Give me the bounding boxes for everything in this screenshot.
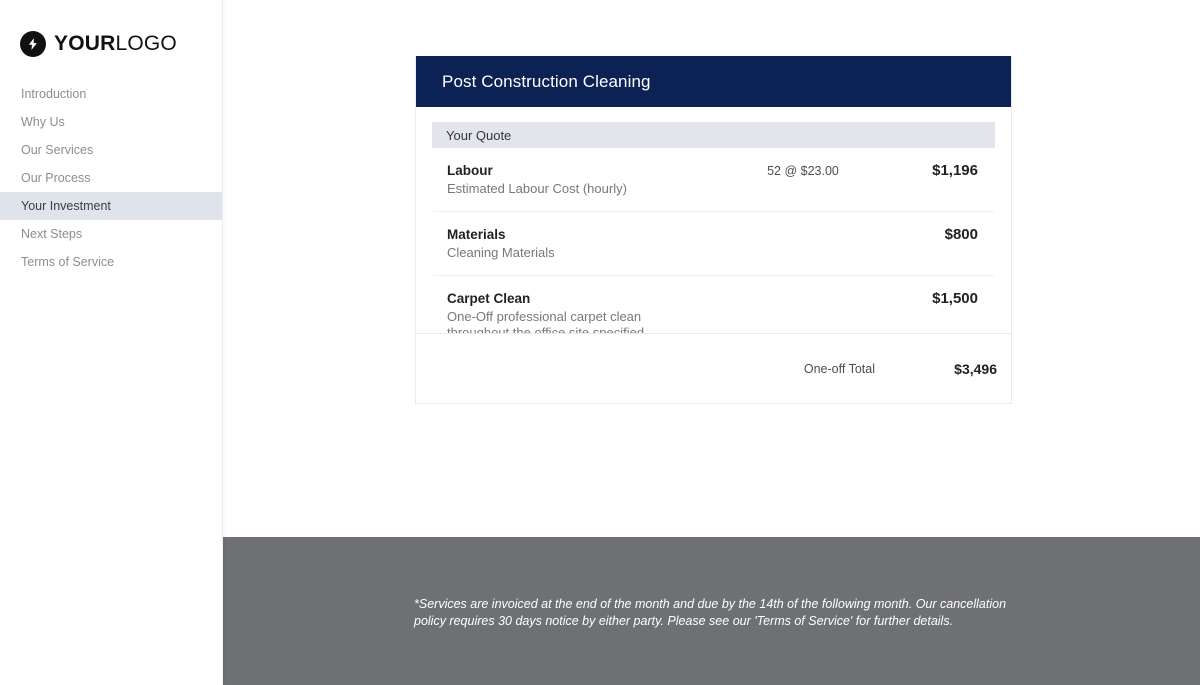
line-item-name: Carpet Clean: [447, 291, 531, 306]
line-item-row: Materials Cleaning Materials $800: [433, 212, 994, 276]
sidebar-nav: Introduction Why Us Our Services Our Pro…: [0, 80, 222, 276]
line-item-row: Labour Estimated Labour Cost (hourly) 52…: [433, 148, 994, 212]
line-item-description-block: Labour Estimated Labour Cost (hourly): [447, 162, 732, 197]
brand-logo[interactable]: YOURLOGO: [0, 0, 222, 60]
brand-name: YOURLOGO: [54, 32, 177, 56]
line-item-subtext: Cleaning Materials: [447, 245, 555, 260]
total-card: One-off Total $3,496: [415, 333, 1012, 404]
total-label: One-off Total: [803, 361, 875, 376]
sidebar: YOURLOGO Introduction Why Us Our Service…: [0, 0, 223, 685]
line-item-name: Materials: [447, 227, 506, 242]
quote-section-label: Your Quote: [446, 127, 512, 143]
sidebar-item-our-process[interactable]: Our Process: [0, 164, 222, 192]
sidebar-item-terms-of-service[interactable]: Terms of Service: [0, 248, 222, 276]
lightning-bolt-icon: [20, 31, 46, 57]
brand-name-strong: YOUR: [54, 32, 116, 55]
sidebar-item-next-steps[interactable]: Next Steps: [0, 220, 222, 248]
line-item-subtext: Estimated Labour Cost (hourly): [447, 181, 627, 196]
sidebar-item-introduction[interactable]: Introduction: [0, 80, 222, 108]
line-item-amount: $1,500: [932, 290, 978, 307]
quote-section-bar: Your Quote: [432, 122, 995, 148]
sidebar-item-why-us[interactable]: Why Us: [0, 108, 222, 136]
line-item-name: Labour: [447, 163, 493, 178]
page-title: Post Construction Cleaning: [442, 71, 651, 91]
line-item-amount: $800: [944, 226, 978, 243]
total-amount: $3,496: [954, 360, 997, 377]
quote-card-body: Your Quote Labour Estimated Labour Cost …: [416, 107, 1011, 367]
quote-card: Post Construction Cleaning Your Quote La…: [415, 56, 1012, 368]
footer-disclaimer: *Services are invoiced at the end of the…: [414, 597, 1007, 628]
quote-card-header: Post Construction Cleaning: [416, 56, 1011, 107]
sidebar-item-your-investment[interactable]: Your Investment: [0, 192, 222, 220]
line-item-description-block: Materials Cleaning Materials: [447, 226, 732, 261]
footer: *Services are invoiced at the end of the…: [223, 537, 1200, 685]
line-item-quantity: 52 @ $23.00: [767, 164, 839, 178]
line-item-amount: $1,196: [932, 162, 978, 179]
brand-name-light: LOGO: [115, 32, 177, 55]
main-content: Post Construction Cleaning Your Quote La…: [223, 0, 1200, 537]
proposal-page: YOURLOGO Introduction Why Us Our Service…: [0, 0, 1200, 685]
sidebar-item-our-services[interactable]: Our Services: [0, 136, 222, 164]
